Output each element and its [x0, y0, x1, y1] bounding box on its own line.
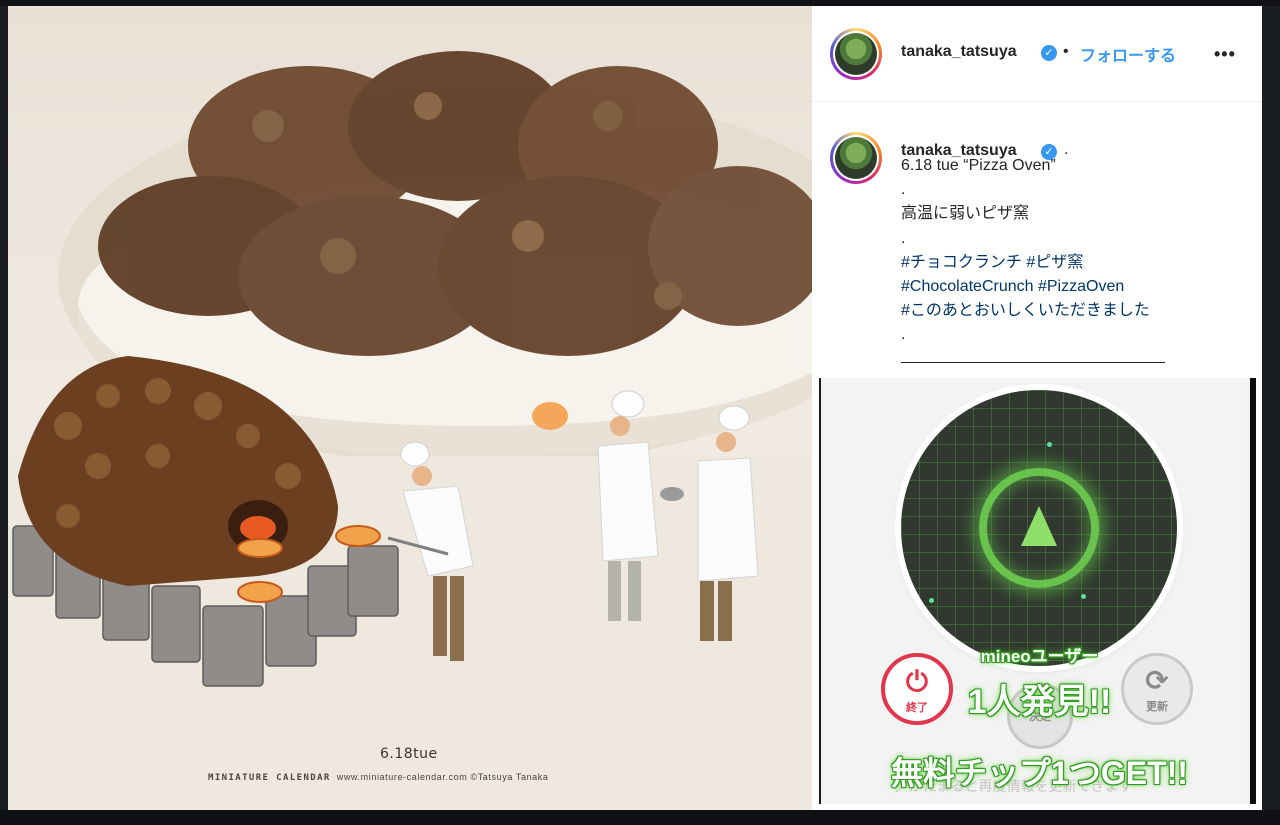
post-header: tanaka_tatsuya ✓ • フォローする •••: [812, 6, 1262, 102]
caption-line: 高温に弱いピザ窯: [901, 205, 1030, 223]
radar-blip: [1047, 442, 1052, 447]
radar-blip: [1081, 594, 1086, 599]
caption-hashtag-line[interactable]: #このあとおいしくいただきました: [901, 299, 1241, 323]
post-modal: 6.18tue MINIATURE CALENDAR www.miniature-…: [8, 6, 1262, 810]
photo-date-label: 6.18tue: [380, 746, 438, 762]
caption-avatar-image: [835, 137, 877, 179]
avatar[interactable]: [830, 28, 882, 80]
post-side-panel: tanaka_tatsuya ✓ • フォローする ••• tanaka_tat…: [812, 6, 1262, 810]
free-chip-banner: 無料チップ1つGET!!: [891, 755, 1188, 791]
photo-credit-brand: MINIATURE CALENDAR: [208, 773, 331, 783]
more-options-icon[interactable]: •••: [1214, 44, 1236, 65]
caption-block: tanaka_tatsuya ✓ . 6.18 tue “Pizza Oven”…: [812, 102, 1262, 374]
mineo-user-label: mineoユーザー: [980, 647, 1099, 666]
verified-badge-icon: ✓: [1041, 45, 1057, 61]
caption-line: 6.18 tue “Pizza Oven”: [901, 157, 1056, 174]
location-arrow-icon: [1021, 506, 1057, 546]
post-photo: 6.18tue MINIATURE CALENDAR www.miniature-…: [8, 6, 812, 810]
radar-blip: [929, 598, 934, 603]
caption-text: 6.18 tue “Pizza Oven” . 高温に弱いピザ窯 . #チョコク…: [901, 154, 1241, 348]
caption-line: .: [901, 229, 906, 247]
photo-credit-text: www.miniature-calendar.com ©Tatsuya Tana…: [336, 772, 549, 782]
avatar-image: [835, 33, 877, 75]
caption-line: .: [901, 326, 906, 344]
photo-credit: MINIATURE CALENDAR www.miniature-calendar…: [208, 772, 549, 783]
caption-hashtag-line[interactable]: #ChocolateCrunch #PizzaOven: [901, 275, 1241, 299]
window-bottom-strip: [0, 810, 1280, 825]
overlay-app-window: ⏻ 終了 決定 ⟳ 更新 ッ がたまると再度情報を更新できます mineoユーザ…: [819, 378, 1256, 804]
found-count-banner: 1人発見!!: [967, 683, 1112, 721]
photo-illustration: [8, 51, 812, 810]
radar-display: [901, 390, 1177, 666]
caption-line: .: [901, 181, 906, 199]
caption-divider: [901, 362, 1165, 363]
username-link[interactable]: tanaka_tatsuya: [901, 43, 1017, 61]
caption-avatar[interactable]: [830, 132, 882, 184]
follow-button[interactable]: フォローする: [1080, 42, 1176, 66]
caption-hashtag-line[interactable]: #チョコクランチ #ピザ窯: [901, 251, 1241, 275]
header-separator: •: [1063, 43, 1069, 60]
